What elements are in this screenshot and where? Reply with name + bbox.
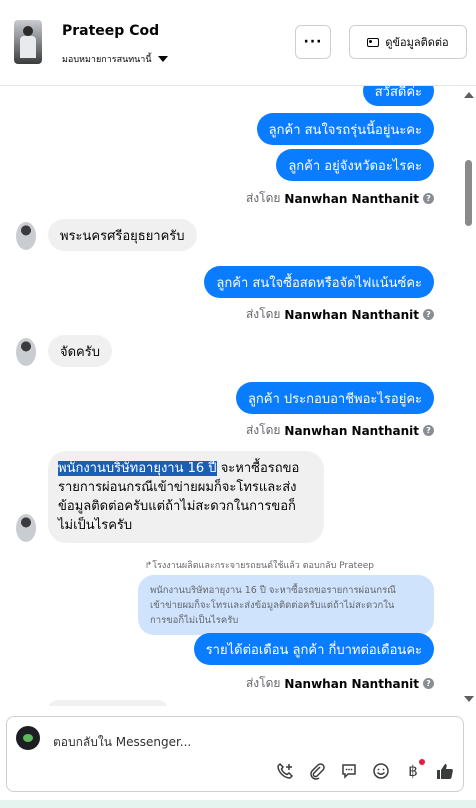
call-add-icon[interactable] <box>275 761 295 781</box>
quoted-line: การขอก็ไม่เป็นไรครับ <box>150 615 239 626</box>
sent-by-prefix: ส่งโดย <box>245 307 281 321</box>
message-line: จะหาซื้อรถขอ <box>216 461 300 476</box>
message-line: รายการผ่อนกรณีเข้าข่ายผมก็จะโทรและส่ง <box>58 480 297 495</box>
contact-name[interactable]: Prateep Cod <box>62 23 159 39</box>
view-contact-info-button[interactable]: ดูข้อมูลติดต่อ <box>349 25 467 59</box>
footer-strip <box>0 800 476 808</box>
message-scrollbar[interactable] <box>460 86 476 706</box>
quoted-line: เข้าข่ายผมก็จะโทรและส่งข้อมูลติดต่อครับแ… <box>150 600 395 611</box>
message-bubble-incoming[interactable]: พระนครศรีอยุธยาครับ <box>48 219 197 251</box>
selected-text: พนักงานบริษัทอายุงาน 16 ปี <box>58 461 217 476</box>
quoted-line: พนักงานบริษัทอายุงาน 16 ปี จะหาซื้อรถขอร… <box>150 585 396 596</box>
composer-toolbar: ฿ <box>275 759 455 781</box>
conversation-header: Prateep Cod มอบหมายการสนทนานี้ ··· ดูข้อ… <box>0 0 476 86</box>
reply-context-label: ↱โรงงานผลิตและกระจายรถยนต์ใช้แล้ว ตอบกลั… <box>144 561 374 571</box>
help-icon[interactable]: ? <box>423 678 434 689</box>
message-bubble-incoming[interactable]: จัดครับ <box>48 335 112 367</box>
help-icon[interactable]: ? <box>423 193 434 204</box>
sent-by-prefix: ส่งโดย <box>245 191 281 205</box>
help-icon[interactable]: ? <box>423 425 434 436</box>
message-bubble-outgoing[interactable]: ลูกค้า สนใจรถรุ่นนี้อยู่นะคะ <box>256 113 434 145</box>
contact-card-icon <box>367 37 380 47</box>
sent-by-label: ส่งโดย Nanwhan Nanthanit ? <box>246 421 434 440</box>
message-bubble-outgoing[interactable]: ลูกค้า สนใจซื้อสดหรือจัดไฟแน้นซ์คะ <box>204 266 434 298</box>
contact-avatar-small[interactable] <box>16 222 36 250</box>
reply-input[interactable] <box>51 731 435 753</box>
contact-avatar-small[interactable] <box>16 338 36 366</box>
contact-avatar[interactable] <box>14 20 42 64</box>
message-bubble-incoming-partial[interactable] <box>48 700 168 706</box>
sent-by-prefix: ส่งโดย <box>245 423 281 437</box>
caret-down-icon <box>157 56 168 62</box>
sent-by-label: ส่งโดย Nanwhan Nanthanit ? <box>246 674 434 693</box>
notification-dot <box>419 759 425 765</box>
page-avatar <box>16 726 40 750</box>
assign-conversation-dropdown[interactable]: มอบหมายการสนทนานี้ <box>62 52 168 66</box>
baht-icon[interactable]: ฿ <box>403 759 425 781</box>
sender-name: Nanwhan Nanthanit <box>284 676 419 691</box>
scroll-up-arrow-icon[interactable] <box>464 92 474 98</box>
reply-composer: ฿ <box>6 716 464 792</box>
sender-name: Nanwhan Nanthanit <box>284 423 419 438</box>
scroll-down-arrow-icon[interactable] <box>464 696 474 702</box>
like-icon[interactable] <box>435 761 455 781</box>
emoji-icon[interactable] <box>371 761 391 781</box>
more-options-button[interactable]: ··· <box>295 25 331 59</box>
message-bubble-outgoing[interactable]: ลูกค้า ประกอบอาชีพอะไรอยู่คะ <box>235 382 434 414</box>
sent-by-label: ส่งโดย Nanwhan Nanthanit ? <box>246 189 434 208</box>
message-thread[interactable]: สวัสดีค่ะ ลูกค้า สนใจรถรุ่นนี้อยู่นะคะ ล… <box>0 86 460 706</box>
view-contact-info-label: ดูข้อมูลติดต่อ <box>385 36 449 49</box>
message-line: ไม่เป็นไรครับ <box>58 518 133 533</box>
attach-icon[interactable] <box>307 761 327 781</box>
contact-avatar-small[interactable] <box>16 514 36 542</box>
quoted-message[interactable]: พนักงานบริษัทอายุงาน 16 ปี จะหาซื้อรถขอร… <box>138 575 434 635</box>
sent-by-label: ส่งโดย Nanwhan Nanthanit ? <box>246 305 434 324</box>
assign-label: มอบหมายการสนทนานี้ <box>62 55 152 65</box>
message-bubble-outgoing[interactable]: สวัสดีค่ะ <box>362 86 434 106</box>
help-icon[interactable]: ? <box>423 309 434 320</box>
chat-bubble-icon[interactable] <box>339 761 359 781</box>
sender-name: Nanwhan Nanthanit <box>284 191 419 206</box>
scrollbar-thumb[interactable] <box>465 160 472 226</box>
sent-by-prefix: ส่งโดย <box>245 676 281 690</box>
message-line: ข้อมูลติดต่อครับแต่ถ้าไม่สะดวกในการขอก็ <box>58 499 296 514</box>
message-bubble-outgoing[interactable]: ลูกค้า อยู่จังหวัดอะไรคะ <box>276 149 434 181</box>
message-bubble-outgoing[interactable]: รายได้ต่อเดือน ลูกค้า กี่บาทต่อเดือนคะ <box>193 633 434 665</box>
message-bubble-incoming[interactable]: พนักงานบริษัทอายุงาน 16 ปี จะหาซื้อรถขอ … <box>48 451 324 543</box>
sender-name: Nanwhan Nanthanit <box>284 307 419 322</box>
